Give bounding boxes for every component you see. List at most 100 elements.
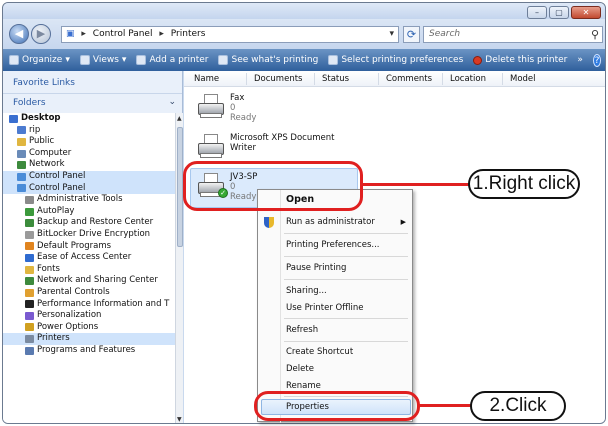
tree-item[interactable]: Printers [3, 333, 175, 345]
tree-item[interactable]: Fonts [3, 264, 175, 276]
address-field[interactable]: ▣ ▸ Control Panel ▸ Printers ▾ [61, 26, 399, 43]
menu-separator [284, 341, 408, 342]
see-printing-label: See what's printing [231, 55, 319, 65]
folders-header[interactable]: Folders ⌄ [3, 93, 182, 111]
column-divider[interactable] [442, 73, 443, 85]
folder-icon [25, 300, 34, 309]
tree-item[interactable]: AutoPlay [3, 206, 175, 218]
tree-item[interactable]: Control Panel [3, 170, 175, 183]
menu-item-delete[interactable]: Delete [286, 364, 314, 374]
column-name[interactable]: Name [194, 74, 219, 84]
column-model[interactable]: Model [510, 74, 536, 84]
tree-item-label: rip [29, 124, 41, 135]
tree-item-label: AutoPlay [37, 205, 75, 216]
printing-preferences-label: Select printing preferences [341, 55, 464, 65]
preferences-icon [328, 55, 339, 65]
printer-docs: 0 [230, 103, 236, 113]
tree-item[interactable]: Backup and Restore Center [3, 217, 175, 229]
menu-separator [284, 279, 408, 280]
forward-button[interactable]: ▶ [31, 24, 51, 44]
tree-item[interactable]: Network [3, 159, 175, 171]
tree-item[interactable]: Programs and Features [3, 345, 175, 357]
scroll-up-icon[interactable]: ▲ [177, 115, 182, 122]
tree-scrollbar[interactable]: ▲ ▼ [175, 113, 183, 423]
breadcrumb-control-panel[interactable]: Control Panel [93, 29, 153, 39]
callout-connector [419, 404, 471, 407]
tree-item[interactable]: Control Panel [3, 182, 175, 195]
back-button[interactable]: ◀ [9, 24, 29, 44]
scroll-down-icon[interactable]: ▼ [177, 416, 182, 423]
views-button[interactable]: Views ▾ [79, 55, 126, 65]
tree-item[interactable]: Public [3, 136, 175, 148]
callout-click: 2.Click [470, 391, 566, 421]
tree-item-label: Performance Information and T [37, 298, 170, 309]
tree-item[interactable]: Administrative Tools [3, 194, 175, 206]
menu-item-sharing[interactable]: Sharing... [286, 286, 327, 296]
tree-item[interactable]: Parental Controls [3, 287, 175, 299]
minimize-button[interactable]: – [527, 6, 547, 19]
folder-icon [25, 230, 34, 239]
menu-item-run-as-admin[interactable]: Run as administrator [286, 217, 375, 227]
organize-button[interactable]: Organize ▾ [9, 55, 70, 65]
column-divider[interactable] [502, 73, 503, 85]
folder-icon [25, 242, 34, 251]
folder-icon [17, 184, 26, 193]
printer-name: Microsoft XPS Document [230, 133, 335, 143]
tree-item[interactable]: Computer [3, 148, 175, 160]
column-divider[interactable] [314, 73, 315, 85]
printer-icon [218, 55, 229, 65]
column-comments[interactable]: Comments [386, 74, 432, 84]
search-input[interactable]: Search ⚲ [423, 26, 603, 43]
menu-item-create-shortcut[interactable]: Create Shortcut [286, 347, 353, 357]
folder-icon [25, 288, 34, 297]
folder-icon [17, 126, 26, 135]
menu-item-use-offline[interactable]: Use Printer Offline [286, 303, 363, 313]
tree-item-label: Control Panel [29, 170, 86, 181]
column-status[interactable]: Status [322, 74, 349, 84]
tree-item-label: Ease of Access Center [37, 252, 132, 263]
column-divider[interactable] [378, 73, 379, 85]
column-documents[interactable]: Documents [254, 74, 302, 84]
close-button[interactable]: ✕ [571, 6, 601, 19]
chevron-down-icon[interactable]: ⌄ [168, 97, 176, 107]
tree-item-label: Public [29, 136, 55, 147]
maximize-button[interactable]: ▢ [549, 6, 569, 19]
tree-item[interactable]: Default Programs [3, 241, 175, 253]
add-printer-button[interactable]: Add a printer [136, 55, 208, 65]
see-printing-button[interactable]: See what's printing [218, 55, 318, 65]
column-header-row: Name Documents Status Comments Location … [184, 71, 605, 87]
column-location[interactable]: Location [450, 74, 486, 84]
menu-item-printing-preferences[interactable]: Printing Preferences... [286, 240, 380, 250]
printing-preferences-button[interactable]: Select printing preferences [328, 55, 463, 65]
refresh-button[interactable]: ⟳ [403, 26, 420, 43]
tree-item[interactable]: Personalization [3, 310, 175, 322]
navigation-pane: Favorite Links Folders ⌄ Desktop rip Publi… [3, 71, 183, 423]
crumb-separator-icon: ▸ [159, 29, 164, 39]
menu-item-rename[interactable]: Rename [286, 381, 321, 391]
menu-item-pause-printing[interactable]: Pause Printing [286, 263, 346, 273]
search-icon[interactable]: ⚲ [591, 28, 599, 41]
delete-printer-button[interactable]: Delete this printer [473, 55, 567, 65]
tree-item[interactable]: Performance Information and T [3, 299, 175, 311]
tree-item[interactable]: Network and Sharing Center [3, 275, 175, 287]
help-icon[interactable]: ? [592, 53, 601, 67]
printer-name-line2: Writer [230, 143, 256, 153]
tree-item[interactable]: Desktop [3, 113, 175, 125]
printer-item-xps[interactable]: Microsoft XPS Document Writer [196, 133, 334, 159]
chevron-down-icon[interactable]: ▾ [389, 29, 394, 39]
tree-item[interactable]: Power Options [3, 322, 175, 334]
tree-item[interactable]: BitLocker Drive Encryption [3, 229, 175, 241]
favorite-links-header[interactable]: Favorite Links [3, 71, 182, 93]
folder-icon [25, 219, 34, 228]
folder-icon [9, 114, 18, 123]
properties-highlight [254, 391, 420, 421]
organize-label: Organize [22, 55, 63, 65]
toolbar-overflow-button[interactable]: » [577, 55, 583, 65]
menu-item-refresh[interactable]: Refresh [286, 325, 318, 335]
tree-item[interactable]: Ease of Access Center [3, 252, 175, 264]
column-divider[interactable] [246, 73, 247, 85]
printer-item-fax[interactable]: Fax 0 Ready [196, 93, 256, 123]
breadcrumb-printers[interactable]: Printers [171, 29, 206, 39]
tree-item[interactable]: rip [3, 125, 175, 137]
printer-icon [196, 133, 226, 159]
